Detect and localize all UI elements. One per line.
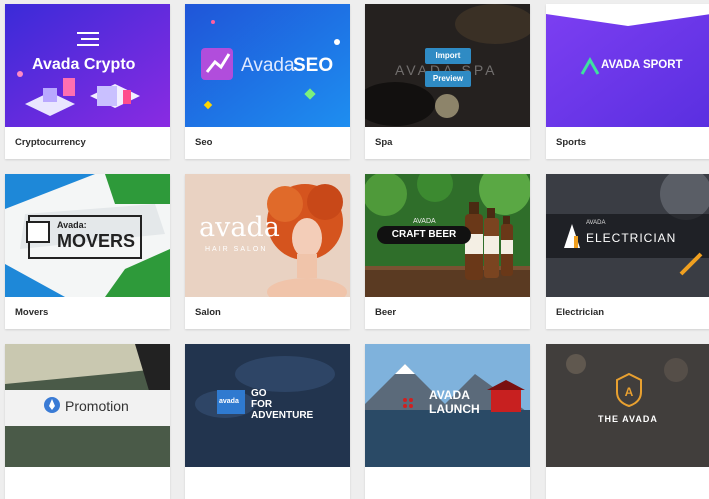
shield-badge-icon: A <box>616 372 642 408</box>
card-label: Spa <box>375 137 393 148</box>
demo-card-promotion[interactable]: Promotion <box>5 344 170 499</box>
demo-card-beer[interactable]: AVADA CRAFT BEER Beer <box>365 174 530 329</box>
card-label: Cryptocurrency <box>15 137 86 148</box>
thumb-title: Promotion <box>65 398 129 414</box>
card-label: Seo <box>195 137 213 148</box>
demo-thumbnail[interactable]: AVADA SPORT <box>546 4 709 127</box>
card-label: Electrician <box>556 307 605 318</box>
demo-thumbnail[interactable]: A THE AVADA <box>546 344 709 467</box>
thumb-title-part-a: Avada <box>241 55 295 76</box>
card-label: Movers <box>15 307 49 318</box>
card-label: Beer <box>375 307 397 318</box>
thumb-title-line-2: LAUNCH <box>429 402 480 416</box>
demo-thumbnail[interactable]: AVADA CRAFT BEER <box>365 174 530 297</box>
demo-card-adventure[interactable]: avada GO FOR ADVENTURE <box>185 344 350 499</box>
list-lines-icon <box>77 32 99 46</box>
thumb-title-line-1: AVADA <box>429 388 470 402</box>
demo-card-spa[interactable]: AVADA SPA Import Preview Spa <box>365 4 530 159</box>
thumb-title: MOVERS <box>57 231 136 251</box>
thumb-title-line-3: ADVENTURE <box>251 410 314 421</box>
demo-thumbnail[interactable]: Avada Crypto <box>5 4 170 127</box>
thumb-small-text: Avada: <box>57 220 87 230</box>
card-label: Sports <box>556 137 587 148</box>
thumb-title: CRAFT BEER <box>377 226 471 244</box>
demo-thumbnail[interactable]: Promotion <box>5 344 170 467</box>
thumb-title-line-1: GO <box>251 388 267 399</box>
preview-button[interactable]: Preview <box>425 71 471 87</box>
demo-card-movers[interactable]: Avada: MOVERS Movers <box>5 174 170 329</box>
demo-thumbnail[interactable]: AVADA LAUNCH <box>365 344 530 467</box>
demo-thumbnail[interactable]: Avada SEO <box>185 4 350 127</box>
thumb-badge: avada <box>219 398 239 405</box>
demo-thumbnail[interactable]: AVADA ELECTRICIAN <box>546 174 709 297</box>
demo-grid: Avada Crypto Cryptocurrency Avada SEO Se… <box>0 0 709 499</box>
thumb-title: avada <box>199 212 280 243</box>
thumb-small-text: AVADA <box>413 218 436 225</box>
thumb-title: ELECTRICIAN <box>586 231 677 245</box>
demo-card-cryptocurrency[interactable]: Avada Crypto Cryptocurrency <box>5 4 170 159</box>
demo-card-seo[interactable]: Avada SEO Seo <box>185 4 350 159</box>
thumb-subtitle: HAIR SALON <box>205 246 268 253</box>
demo-thumbnail[interactable]: Avada: MOVERS <box>5 174 170 297</box>
thumb-small-text: AVADA <box>586 220 606 226</box>
thumb-title: Avada Crypto <box>32 56 136 73</box>
import-button[interactable]: Import <box>425 48 471 64</box>
thumb-title-part-b: SEO <box>293 55 334 76</box>
thumb-title: THE AVADA <box>598 414 658 424</box>
demo-card-salon[interactable]: avada HAIR SALON Salon <box>185 174 350 329</box>
card-label: Salon <box>195 307 221 318</box>
demo-card-conference[interactable]: A THE AVADA <box>546 344 709 499</box>
demo-card-launch[interactable]: AVADA LAUNCH <box>365 344 530 499</box>
thumb-title: AVADA SPORT <box>601 59 683 71</box>
svg-text:A: A <box>625 385 634 399</box>
demo-card-electrician[interactable]: AVADA ELECTRICIAN Electrician <box>546 174 709 329</box>
demo-thumbnail[interactable]: AVADA SPA Import Preview <box>365 4 530 127</box>
demo-thumbnail[interactable]: avada GO FOR ADVENTURE <box>185 344 350 467</box>
thumb-title-line-2: FOR <box>251 399 273 410</box>
rocket-icon <box>44 397 60 413</box>
demo-card-sports[interactable]: AVADA SPORT Sports <box>546 4 709 159</box>
demo-thumbnail[interactable]: avada HAIR SALON <box>185 174 350 297</box>
